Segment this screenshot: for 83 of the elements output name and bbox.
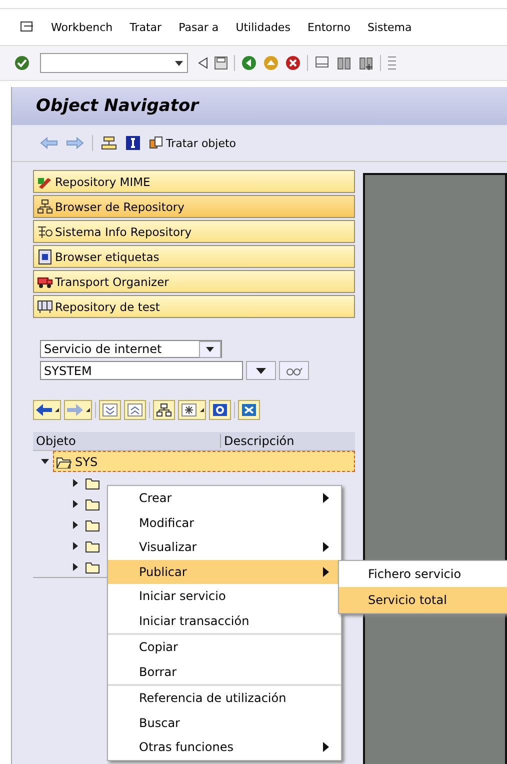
- caret-icon: [86, 408, 90, 412]
- windows-icon: [149, 136, 163, 150]
- cancel-icon[interactable]: [285, 55, 301, 71]
- menu-item[interactable]: Borrar: [108, 660, 341, 684]
- menu-item[interactable]: Sistema: [367, 20, 412, 34]
- refresh-icon: [211, 403, 229, 417]
- menu-item[interactable]: Buscar: [108, 710, 341, 735]
- hierarchy-icon: [155, 403, 173, 417]
- navigation-button[interactable]: Sistema Info Repository: [33, 220, 355, 243]
- column-header[interactable]: Descripción: [221, 434, 294, 448]
- menu-item[interactable]: Workbench: [51, 20, 113, 34]
- filter-icon: [180, 403, 198, 417]
- expand-button[interactable]: [99, 400, 121, 420]
- display-button[interactable]: [279, 361, 309, 380]
- navigation-button[interactable]: Repository de test: [33, 295, 355, 318]
- refresh-button[interactable]: [209, 400, 231, 420]
- folder-icon[interactable]: [85, 560, 101, 574]
- window-title: Object Navigator: [36, 96, 199, 116]
- caret-icon: [55, 408, 59, 412]
- menu-item[interactable]: Crear: [108, 486, 341, 510]
- close-button[interactable]: [238, 400, 260, 420]
- close-icon: [240, 403, 258, 417]
- screen-icon: [37, 298, 53, 314]
- tree-icon: [37, 224, 53, 240]
- folder-icon[interactable]: [85, 518, 101, 532]
- menu-item[interactable]: Modificar: [108, 510, 341, 535]
- info-icon[interactable]: [125, 135, 141, 151]
- navigation-button[interactable]: Browser etiquetas: [33, 245, 355, 268]
- caret-icon: [256, 368, 266, 374]
- menu-item[interactable]: Tratar: [130, 20, 162, 34]
- hierarchy-button[interactable]: [153, 400, 175, 420]
- menu-item[interactable]: Servicio total: [339, 587, 507, 613]
- expand-icon[interactable]: [73, 520, 79, 528]
- menu-icon[interactable]: [20, 21, 34, 33]
- navigation-button[interactable]: Repository MIME: [33, 170, 355, 193]
- folder-icon[interactable]: [85, 476, 101, 490]
- expand-icon[interactable]: [73, 500, 79, 508]
- tree-node[interactable]: SYS: [53, 451, 355, 472]
- expand-icon: [101, 403, 119, 417]
- menu-item[interactable]: Pasar a: [178, 20, 219, 34]
- hierarchy-icon[interactable]: [101, 135, 117, 151]
- node-label: SYS: [75, 454, 98, 468]
- hierarchy-icon: [37, 198, 53, 214]
- dropdown-button[interactable]: [246, 361, 276, 380]
- column-header[interactable]: Objeto: [33, 434, 221, 448]
- menu-item[interactable]: Iniciar servicio: [108, 584, 341, 608]
- menu-item[interactable]: Copiar: [108, 635, 341, 660]
- caret-icon: [206, 346, 214, 352]
- save-icon[interactable]: [214, 56, 228, 70]
- navigation-button[interactable]: Transport Organizer: [33, 270, 355, 293]
- back-icon[interactable]: [241, 55, 257, 71]
- object-name-field[interactable]: SYSTEM: [40, 361, 243, 380]
- glasses-icon: [285, 366, 303, 376]
- collapse-icon: [126, 403, 144, 417]
- document-icon: [37, 248, 53, 264]
- expand-icon[interactable]: [73, 542, 79, 550]
- folder-icon[interactable]: [85, 496, 101, 510]
- filter-button[interactable]: [178, 400, 206, 420]
- menu-item[interactable]: Visualizar: [108, 535, 341, 560]
- object-type-dropdown[interactable]: Servicio de internet: [40, 340, 222, 358]
- expand-icon[interactable]: [73, 478, 79, 486]
- menu-item[interactable]: Entorno: [307, 20, 350, 34]
- collapse-button[interactable]: [124, 400, 146, 420]
- caret-icon: [175, 60, 183, 66]
- collapse-icon[interactable]: [41, 458, 49, 464]
- check-icon[interactable]: [14, 55, 30, 71]
- folder-icon[interactable]: [85, 538, 101, 552]
- next-icon: [66, 403, 84, 417]
- command-field[interactable]: [40, 53, 188, 73]
- expand-icon[interactable]: [73, 562, 79, 570]
- menu-item[interactable]: Publicar: [108, 560, 341, 584]
- back-triangle-icon[interactable]: [198, 57, 208, 69]
- menu-item[interactable]: Referencia de utilización: [108, 686, 341, 710]
- menu-item[interactable]: Utilidades: [236, 20, 290, 34]
- navigation-button[interactable]: Browser de Repository: [33, 195, 355, 218]
- caret-icon: [200, 408, 204, 412]
- previous-icon: [35, 403, 53, 417]
- menu-item[interactable]: Otras funciones: [108, 735, 341, 760]
- menu-item[interactable]: Iniciar transacción: [108, 608, 341, 633]
- open-folder-icon: [56, 454, 72, 468]
- menu-item[interactable]: Fichero servicio: [339, 561, 507, 587]
- edit-object-button[interactable]: Tratar objeto: [149, 136, 236, 150]
- previous-button[interactable]: [33, 400, 61, 420]
